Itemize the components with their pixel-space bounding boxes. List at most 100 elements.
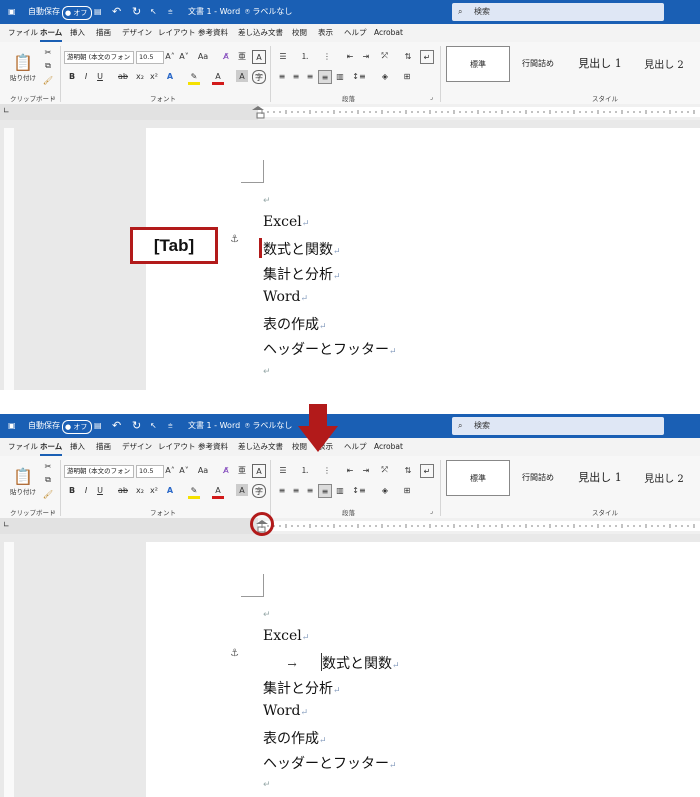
shading-icon[interactable]: ◈ [378,70,392,82]
font-name-combo[interactable]: 游明朝 (本文のフォン [64,465,134,478]
shading-icon[interactable]: ◈ [378,484,392,496]
horizontal-ruler[interactable]: ∟ [0,518,700,534]
align-center-icon[interactable]: ≡ [290,484,302,496]
document-page[interactable] [146,128,700,390]
enclose-char-icon[interactable]: 字 [252,70,266,84]
horizontal-ruler[interactable]: ∟ [0,104,700,120]
justify-icon[interactable]: ≡ [318,484,332,498]
tab-review[interactable]: 校閲 [292,24,307,42]
font-color-icon[interactable]: A [212,484,224,499]
doc-line[interactable]: Excel↵ [263,628,309,644]
shrink-font-button[interactable]: A˅ [178,464,190,476]
style-heading-2[interactable]: 見出し 2 [634,46,694,80]
customize-qat-icon[interactable]: ⩧ [168,414,173,438]
doc-line[interactable]: Excel↵ [263,214,309,230]
font-name-combo[interactable]: 游明朝 (本文のフォン [64,51,134,64]
style-no-spacing[interactable]: 行間詰め [510,460,566,494]
paragraph-launcher-icon[interactable]: ⌟ [430,507,433,515]
asian-layout-icon[interactable]: ⤱ [378,464,392,476]
tab-acrobat[interactable]: Acrobat [374,24,403,42]
bold-button[interactable]: B [66,70,78,82]
borders-icon[interactable]: ⊞ [400,70,414,82]
format-painter-icon[interactable]: 🖌 [42,74,54,86]
sort-icon[interactable]: ⇅ [402,50,414,62]
font-color-icon[interactable]: A [212,70,224,85]
font-size-combo[interactable]: 10.5 [136,465,164,478]
clipboard-launcher-icon[interactable]: ⌟ [52,93,55,101]
bold-button[interactable]: B [66,484,78,496]
char-border-icon[interactable]: A [252,464,266,478]
align-center-icon[interactable]: ≡ [290,70,302,82]
vertical-ruler[interactable] [4,128,14,390]
tab-acrobat[interactable]: Acrobat [374,438,403,456]
clear-format-icon[interactable]: A̸ [220,50,232,62]
underline-button[interactable]: U [94,484,106,496]
italic-button[interactable]: I [80,484,92,496]
sensitivity-label[interactable]: ⍟ ラベルなし [245,414,292,438]
doc-line[interactable]: 表の作成↵ [263,314,327,334]
clear-format-icon[interactable]: A̸ [220,464,232,476]
multilevel-list-icon[interactable]: ⋮ [320,464,334,476]
line-spacing-icon[interactable]: ↕≡ [352,484,366,496]
select-pointer-icon[interactable]: ↖ [150,0,157,24]
paste-button[interactable]: 📋 貼り付け [10,462,36,500]
save-icon[interactable]: ▤ [94,414,102,438]
line-spacing-icon[interactable]: ↕≡ [352,70,366,82]
align-right-icon[interactable]: ≡ [304,70,316,82]
vertical-ruler[interactable] [4,542,14,797]
change-case-button[interactable]: Aa [194,464,212,476]
cut-icon[interactable]: ✂ [42,460,54,472]
tab-help[interactable]: ヘルプ [344,438,367,456]
grow-font-button[interactable]: A˄ [164,50,176,62]
style-heading-2[interactable]: 見出し 2 [634,460,694,494]
show-marks-icon[interactable]: ↵ [420,50,434,64]
tab-selector-icon[interactable]: ∟ [3,106,10,115]
tab-help[interactable]: ヘルプ [344,24,367,42]
autosave-toggle[interactable]: ● オフ [62,420,93,434]
tab-layout[interactable]: レイアウト [158,24,196,42]
bullets-icon[interactable]: ☰ [276,464,290,476]
tab-insert[interactable]: 挿入 [70,438,85,456]
tab-mailings[interactable]: 差し込み文書 [238,24,283,42]
tab-insert[interactable]: 挿入 [70,24,85,42]
tab-file[interactable]: ファイル [8,24,38,42]
clipboard-launcher-icon[interactable]: ⌟ [52,507,55,515]
text-effects-icon[interactable]: A [164,70,176,82]
char-shading-icon[interactable]: A [236,70,248,82]
format-painter-icon[interactable]: 🖌 [42,488,54,500]
sort-icon[interactable]: ⇅ [402,464,414,476]
show-marks-icon[interactable]: ↵ [420,464,434,478]
search-box[interactable]: ⌕ 検索 [452,417,664,435]
style-heading-1[interactable]: 見出し 1 [568,460,632,494]
doc-line[interactable]: Word↵ [263,703,308,719]
tab-draw[interactable]: 描画 [96,438,111,456]
multilevel-list-icon[interactable]: ⋮ [320,50,334,62]
phonetic-guide-icon[interactable]: 亜 [236,50,248,62]
strikethrough-button[interactable]: ab [116,484,130,496]
increase-indent-icon[interactable]: ⇥ [360,464,372,476]
bullets-icon[interactable]: ☰ [276,50,290,62]
tab-view[interactable]: 表示 [318,24,333,42]
align-left-icon[interactable]: ≡ [276,484,288,496]
decrease-indent-icon[interactable]: ⇤ [344,464,356,476]
redo-icon[interactable]: ↻ [132,414,141,438]
doc-line[interactable]: Word↵ [263,289,308,305]
copy-icon[interactable]: ⧉ [42,474,54,486]
subscript-button[interactable]: x₂ [134,70,146,82]
tab-home[interactable]: ホーム [40,24,63,42]
decrease-indent-icon[interactable]: ⇤ [344,50,356,62]
increase-indent-icon[interactable]: ⇥ [360,50,372,62]
undo-icon[interactable]: ↶ [112,0,121,24]
style-normal[interactable]: 標準 [446,46,510,82]
doc-line[interactable]: ヘッダーとフッター↵ [263,753,397,773]
align-left-icon[interactable]: ≡ [276,70,288,82]
phonetic-guide-icon[interactable]: 亜 [236,464,248,476]
autosave-toggle[interactable]: ● オフ [62,6,93,20]
distributed-icon[interactable]: ▥ [334,70,346,82]
tab-mailings[interactable]: 差し込み文書 [238,438,283,456]
char-shading-icon[interactable]: A [236,484,248,496]
highlight-color-icon[interactable]: ✎ [188,484,200,499]
save-icon[interactable]: ▤ [94,0,102,24]
doc-line-indented[interactable]: → 数式と関数↵ [263,653,400,673]
tab-file[interactable]: ファイル [8,438,38,456]
